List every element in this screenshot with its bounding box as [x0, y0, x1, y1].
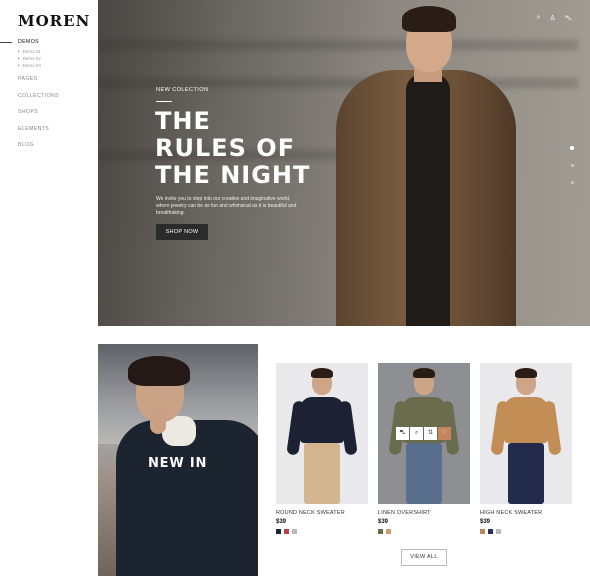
slider-pagination: [570, 146, 574, 184]
sidebar: MOREN DEMOS Demo 01 Demo 02 Demo 03 PAGE…: [0, 0, 98, 576]
color-swatches: [276, 529, 368, 534]
submenu-item-demo-01[interactable]: Demo 01: [18, 48, 96, 55]
hero-title-line-2: RULES OF: [155, 134, 296, 162]
p2-legs: [406, 443, 442, 504]
sidebar-item-shops[interactable]: SHOPS: [18, 108, 96, 125]
logo[interactable]: MOREN: [18, 12, 90, 30]
hero-description: We invite you to step into our creative …: [156, 196, 297, 216]
product-card[interactable]: ⛍ ⌕ ⇅ ♡ LINEN OVERSHIRT $39: [378, 363, 470, 534]
active-nav-indicator: [0, 42, 12, 43]
hero-title-line-3: THE NIGHT: [155, 161, 311, 189]
p1-top: [300, 397, 344, 443]
sidebar-nav: DEMOS Demo 01 Demo 02 Demo 03 PAGES COLL…: [18, 38, 96, 158]
p3-legs: [508, 443, 544, 504]
swatch[interactable]: [480, 529, 485, 534]
hero-eyebrow: NEW COLECTION: [156, 87, 209, 93]
swatch[interactable]: [386, 529, 391, 534]
submenu-item-demo-02[interactable]: Demo 02: [18, 55, 96, 62]
cart-icon[interactable]: ⛍: [565, 14, 572, 23]
sidebar-item-elements[interactable]: ELEMENTS: [18, 125, 96, 142]
swatch[interactable]: [276, 529, 281, 534]
cart-icon[interactable]: ⛍: [396, 427, 409, 440]
product-name[interactable]: ROUND NECK SWEATER: [276, 510, 368, 516]
model-turtleneck: [406, 74, 450, 326]
header-icons: ⌕ ♙ ⛍: [537, 14, 572, 23]
product-model-hair: [311, 368, 333, 378]
product-hover-actions: ⛍ ⌕ ⇅ ♡: [396, 427, 451, 440]
new-in-label: NEW IN: [148, 456, 208, 471]
sidebar-item-pages[interactable]: PAGES: [18, 75, 96, 92]
product-image[interactable]: [276, 363, 368, 504]
demos-submenu: Demo 01 Demo 02 Demo 03: [18, 48, 96, 69]
hero-slider: NEW COLECTION THE RULES OF THE NIGHT We …: [98, 0, 590, 326]
submenu-item-demo-03[interactable]: Demo 03: [18, 62, 96, 69]
product-image[interactable]: ⛍ ⌕ ⇅ ♡: [378, 363, 470, 504]
banner-model-hair: [128, 356, 190, 386]
slide-dot-2[interactable]: [570, 164, 574, 167]
swatch[interactable]: [378, 529, 383, 534]
product-model-hair: [413, 368, 435, 378]
hero-divider: [156, 101, 172, 102]
product-name[interactable]: LINEN OVERSHIRT: [378, 510, 470, 516]
sidebar-item-demos[interactable]: DEMOS: [18, 38, 96, 47]
color-swatches: [378, 529, 470, 534]
shop-now-button[interactable]: SHOP NOW: [156, 224, 208, 240]
p3-top: [504, 397, 548, 443]
product-image[interactable]: [480, 363, 572, 504]
compare-icon[interactable]: ⇅: [424, 427, 437, 440]
product-name[interactable]: HIGH NECK SWEATER: [480, 510, 572, 516]
product-card[interactable]: HIGH NECK SWEATER $39: [480, 363, 572, 534]
hero-title: THE RULES OF THE NIGHT: [155, 108, 325, 189]
sidebar-item-blog[interactable]: BLOG: [18, 141, 96, 158]
product-price: $39: [276, 519, 287, 525]
heart-icon[interactable]: ♡: [438, 427, 451, 440]
swatch[interactable]: [292, 529, 297, 534]
model-hair: [402, 6, 456, 32]
swatch[interactable]: [488, 529, 493, 534]
view-all-button[interactable]: VIEW ALL: [401, 549, 447, 566]
user-icon[interactable]: ♙: [550, 14, 556, 23]
search-icon[interactable]: ⌕: [410, 427, 423, 440]
banner-model-hand: [150, 410, 166, 434]
swatch[interactable]: [496, 529, 501, 534]
swatch[interactable]: [284, 529, 289, 534]
color-swatches: [480, 529, 572, 534]
product-price: $39: [378, 519, 389, 525]
new-in-banner[interactable]: NEW IN: [98, 344, 258, 576]
product-price: $39: [480, 519, 491, 525]
p1-legs: [304, 443, 340, 504]
search-icon[interactable]: ⌕: [537, 14, 541, 23]
product-grid: ROUND NECK SWEATER $39 ⛍ ⌕ ⇅ ♡ LINEN OVE…: [276, 363, 572, 534]
hero-title-line-1: THE: [155, 107, 211, 135]
product-model-hair: [515, 368, 537, 378]
sidebar-item-collections[interactable]: COLLECTIONS: [18, 92, 96, 109]
hero-model-image: [334, 0, 524, 326]
slide-dot-3[interactable]: [570, 181, 574, 184]
product-card[interactable]: ROUND NECK SWEATER $39: [276, 363, 368, 534]
slide-dot-1[interactable]: [570, 146, 574, 150]
